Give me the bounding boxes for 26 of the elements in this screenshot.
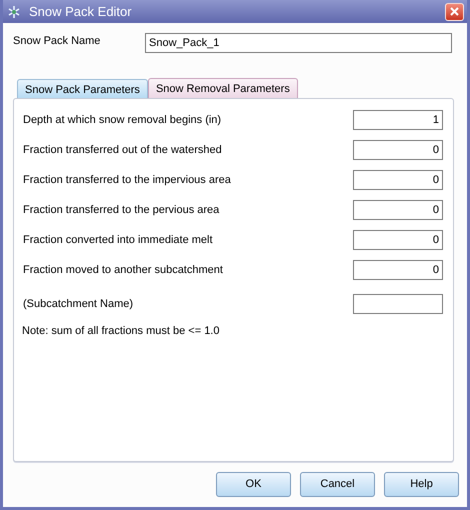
input-field[interactable]: 1 bbox=[353, 110, 443, 130]
field-label: (Subcatchment Name) bbox=[23, 296, 134, 312]
tab[interactable]: Snow Removal Parameters bbox=[148, 78, 298, 99]
input-field[interactable]: 0 bbox=[353, 260, 443, 280]
field-label: Snow Pack Name bbox=[13, 34, 102, 49]
field-label: Fraction transferred to the impervious area bbox=[23, 172, 231, 188]
field-label: Fraction moved to another subcatchment bbox=[23, 262, 223, 278]
field-label: Depth at which snow removal begins (in) bbox=[23, 112, 222, 128]
note-text: Note: sum of all fractions must be <= 1.0 bbox=[22, 324, 220, 339]
close-button[interactable] bbox=[445, 2, 464, 20]
dialog-button[interactable]: Help bbox=[384, 472, 459, 497]
dialog-button[interactable]: Cancel bbox=[300, 472, 375, 497]
snowflake-icon bbox=[7, 4, 21, 18]
input-field[interactable]: 0 bbox=[353, 200, 443, 220]
tab[interactable]: Snow Pack Parameters bbox=[17, 79, 148, 98]
field-label: Fraction converted into immediate melt bbox=[23, 232, 213, 248]
field-label: Fraction transferred to the pervious area bbox=[23, 202, 220, 218]
name-input[interactable]: Snow_Pack_1 bbox=[145, 33, 452, 53]
input-field[interactable]: 0 bbox=[353, 140, 443, 160]
dialog-button[interactable]: OK bbox=[216, 472, 291, 497]
input-field[interactable]: 0 bbox=[353, 170, 443, 190]
input-field[interactable] bbox=[353, 294, 443, 314]
window-title: Snow Pack Editor bbox=[29, 2, 133, 21]
close-icon bbox=[450, 7, 459, 16]
input-field[interactable]: 0 bbox=[353, 230, 443, 250]
field-label: Fraction transferred out of the watershed bbox=[23, 142, 222, 158]
